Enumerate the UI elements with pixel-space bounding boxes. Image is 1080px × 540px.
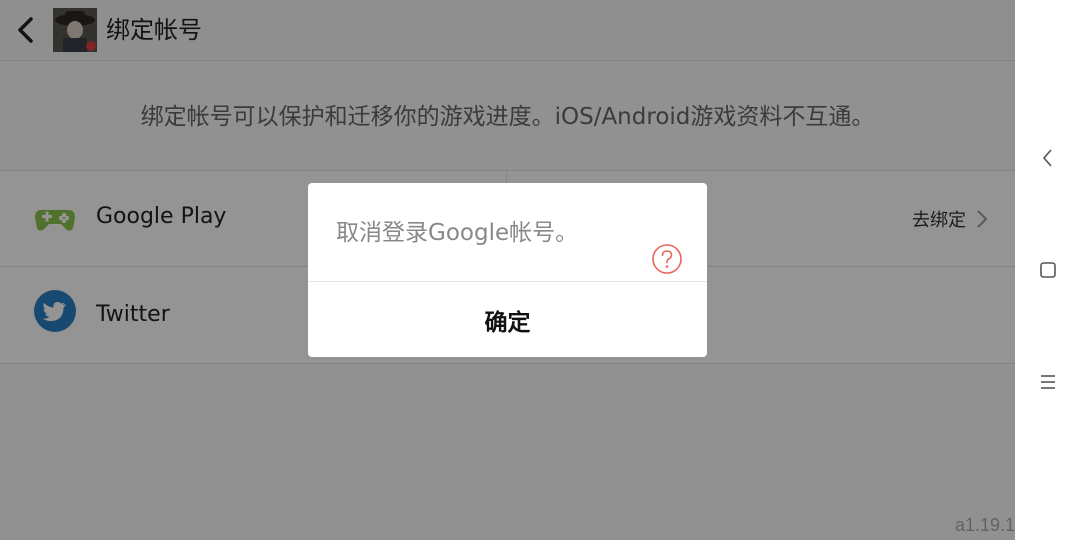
app-screen: 绑定帐号 绑定帐号可以保护和迁移你的游戏进度。iOS/Android游戏资料不互… — [0, 0, 1015, 540]
back-chevron-icon[interactable] — [1036, 146, 1060, 170]
menu-lines-icon[interactable] — [1036, 370, 1060, 394]
confirm-dialog: 取消登录Google帐号。 确定 — [308, 183, 707, 357]
dialog-message: 取消登录Google帐号。 — [336, 220, 579, 246]
question-circle-icon[interactable] — [651, 243, 683, 275]
square-home-icon[interactable] — [1036, 258, 1060, 282]
system-nav-bar — [1015, 0, 1080, 540]
confirm-button[interactable]: 确定 — [308, 282, 707, 357]
